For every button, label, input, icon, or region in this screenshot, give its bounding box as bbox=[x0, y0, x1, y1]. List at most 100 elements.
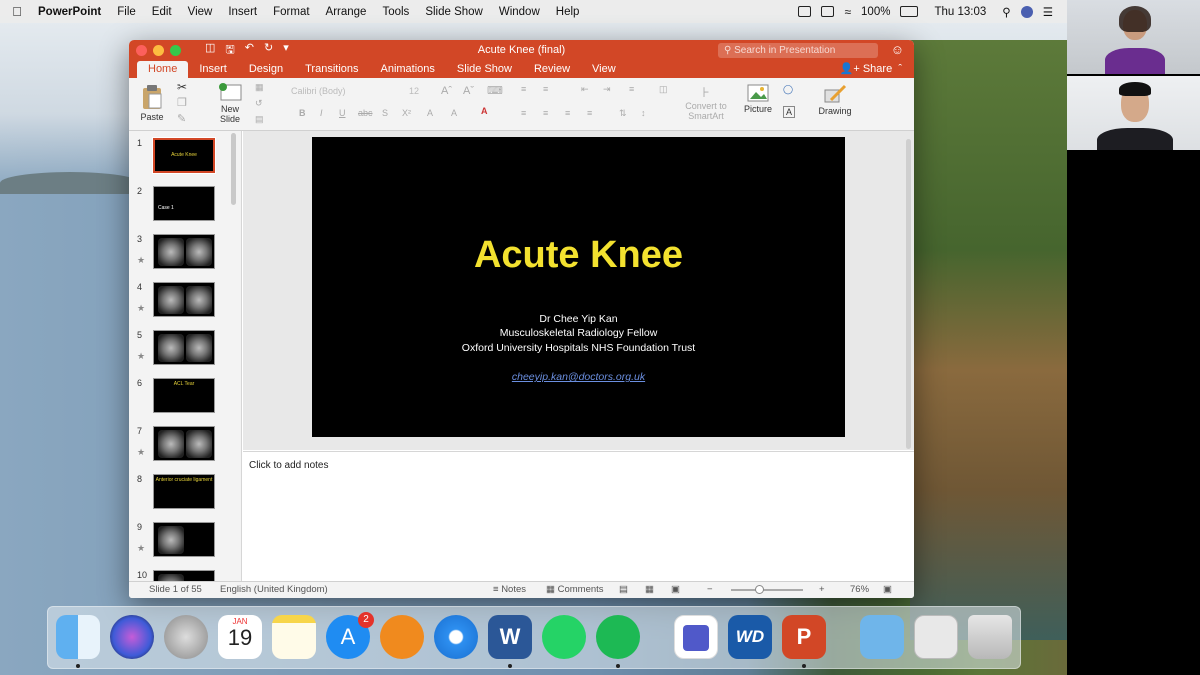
notification-center-icon[interactable]: ☰ bbox=[1043, 5, 1053, 19]
tab-transitions[interactable]: Transitions bbox=[294, 61, 369, 78]
word-icon[interactable]: W bbox=[488, 615, 532, 659]
increase-indent-icon[interactable]: ⇥ bbox=[603, 84, 611, 95]
picture-button[interactable]: Picture bbox=[741, 84, 775, 114]
airplay-icon[interactable] bbox=[821, 6, 835, 17]
thumbnail-10[interactable]: 10 bbox=[129, 570, 241, 581]
drawing-button[interactable]: Drawing bbox=[815, 84, 855, 116]
font-color-icon[interactable]: A bbox=[481, 106, 488, 116]
convert-smartart-button[interactable]: ⊦ Convert to SmartArt bbox=[681, 84, 731, 121]
cut-icon[interactable]: ✂ bbox=[177, 80, 187, 94]
text-direction-icon[interactable]: ⇅ bbox=[619, 108, 627, 119]
font-family-select[interactable]: Calibri (Body) bbox=[287, 85, 395, 99]
feedback-smiley-icon[interactable]: ☺ bbox=[891, 42, 904, 57]
menu-help[interactable]: Help bbox=[548, 6, 588, 18]
zoom-in-icon[interactable]: + bbox=[819, 582, 825, 598]
screen-share-icon[interactable] bbox=[798, 6, 812, 17]
minimize-window-button[interactable] bbox=[153, 45, 164, 56]
zoom-window-button[interactable] bbox=[170, 45, 181, 56]
thumbnail-3[interactable]: 3 ★ bbox=[129, 234, 241, 282]
tab-review[interactable]: Review bbox=[523, 61, 581, 78]
user-icon[interactable] bbox=[1020, 5, 1033, 18]
layout-icon[interactable]: ▦ bbox=[255, 82, 264, 93]
siri-icon[interactable] bbox=[110, 615, 154, 659]
safari-icon[interactable] bbox=[434, 615, 478, 659]
menu-arrange[interactable]: Arrange bbox=[318, 6, 375, 18]
participant-video-2[interactable] bbox=[1067, 76, 1200, 150]
menu-clock[interactable]: Thu 13:03 bbox=[934, 6, 986, 18]
search-input[interactable]: ⚲ Search in Presentation bbox=[718, 43, 878, 58]
align-text-icon[interactable]: ↕ bbox=[641, 108, 646, 118]
trash-icon[interactable] bbox=[968, 615, 1012, 659]
slide-email-link[interactable]: cheeyip.kan@doctors.org.uk bbox=[312, 371, 845, 383]
tab-insert[interactable]: Insert bbox=[188, 61, 238, 78]
font-size-select[interactable]: 12 bbox=[399, 85, 429, 99]
books-icon[interactable] bbox=[380, 615, 424, 659]
launchpad-icon[interactable] bbox=[164, 615, 208, 659]
clear-format-icon[interactable]: ⌨ bbox=[487, 84, 503, 97]
zoom-out-icon[interactable]: − bbox=[707, 582, 713, 598]
tab-view[interactable]: View bbox=[581, 61, 627, 78]
slide-organization[interactable]: Oxford University Hospitals NHS Foundati… bbox=[312, 342, 845, 354]
slide-role[interactable]: Musculoskeletal Radiology Fellow bbox=[312, 327, 845, 339]
zoom-slider-knob[interactable] bbox=[755, 585, 765, 594]
text-effects-icon[interactable]: A bbox=[451, 108, 457, 118]
spotlight-icon[interactable]: ⚲ bbox=[1002, 5, 1010, 19]
bullets-icon[interactable]: ≡ bbox=[521, 84, 526, 94]
save-icon[interactable]: 🖫 bbox=[225, 41, 234, 60]
thumbnail-9[interactable]: 9 ★ bbox=[129, 522, 241, 570]
apple-menu-icon[interactable]:  bbox=[0, 4, 34, 19]
underline-icon[interactable]: U bbox=[339, 108, 346, 118]
powerpoint-icon[interactable]: P bbox=[782, 615, 826, 659]
align-center-icon[interactable]: ≡ bbox=[543, 108, 548, 118]
current-slide[interactable]: Acute Knee Dr Chee Yip Kan Musculoskelet… bbox=[312, 137, 845, 437]
normal-view-icon[interactable]: ▤ bbox=[619, 582, 628, 598]
notes-toggle-button[interactable]: ≡ Notes bbox=[493, 582, 526, 598]
comments-toggle-button[interactable]: ▦ Comments bbox=[546, 582, 604, 598]
copy-icon[interactable]: ❐ bbox=[177, 96, 187, 109]
slide-sorter-view-icon[interactable]: ▦ bbox=[645, 582, 654, 598]
participant-video-1[interactable] bbox=[1067, 0, 1200, 74]
finder-icon[interactable] bbox=[56, 615, 100, 659]
undo-icon[interactable]: ↶ bbox=[245, 41, 254, 60]
slide-scrollbar[interactable] bbox=[906, 139, 911, 449]
align-right-icon[interactable]: ≡ bbox=[565, 108, 570, 118]
sidebar-toggle-icon[interactable]: ◫ bbox=[205, 41, 215, 60]
menu-file[interactable]: File bbox=[109, 6, 144, 18]
tab-home[interactable]: Home bbox=[137, 61, 189, 78]
numbering-icon[interactable]: ≡ bbox=[543, 84, 548, 94]
zoom-slider[interactable] bbox=[731, 585, 803, 594]
thumbnail-1[interactable]: 1 Acute Knee bbox=[129, 137, 241, 186]
slide-author[interactable]: Dr Chee Yip Kan bbox=[312, 313, 845, 325]
reset-icon[interactable]: ↺ bbox=[255, 98, 263, 109]
menu-window[interactable]: Window bbox=[491, 6, 548, 18]
line-spacing-icon[interactable]: ≡ bbox=[629, 84, 634, 94]
bold-icon[interactable]: B bbox=[299, 108, 306, 118]
section-icon[interactable]: ▤ bbox=[255, 114, 264, 125]
teams-icon[interactable] bbox=[674, 615, 718, 659]
notes-pane[interactable]: Click to add notes bbox=[243, 451, 914, 581]
menu-insert[interactable]: Insert bbox=[220, 6, 265, 18]
thumbnail-7[interactable]: 7 ★ bbox=[129, 426, 241, 474]
superscript-icon[interactable]: X² bbox=[402, 108, 411, 118]
calendar-icon[interactable]: JAN 19 bbox=[218, 615, 262, 659]
align-left-icon[interactable]: ≡ bbox=[521, 108, 526, 118]
text-box-icon[interactable]: A bbox=[783, 106, 796, 118]
close-window-button[interactable] bbox=[136, 45, 147, 56]
fit-to-window-icon[interactable]: ▣ bbox=[883, 582, 892, 598]
thumbnail-8[interactable]: 8 Anterior cruciate ligament bbox=[129, 474, 241, 522]
screenshots-stack-icon[interactable] bbox=[914, 615, 958, 659]
thumbnail-2[interactable]: 2 Case 1 bbox=[129, 186, 241, 234]
shadow-icon[interactable]: S bbox=[382, 108, 388, 118]
slide-title[interactable]: Acute Knee bbox=[312, 234, 845, 277]
justify-icon[interactable]: ≡ bbox=[587, 108, 592, 118]
menu-format[interactable]: Format bbox=[265, 6, 317, 18]
wd-icon[interactable]: WD bbox=[728, 615, 772, 659]
customize-toolbar-icon[interactable]: ▾ bbox=[283, 41, 289, 60]
thumbnail-4[interactable]: 4 ★ bbox=[129, 282, 241, 330]
battery-icon[interactable] bbox=[900, 6, 919, 17]
spotify-icon[interactable] bbox=[596, 615, 640, 659]
paste-button[interactable]: Paste bbox=[137, 84, 167, 122]
columns-icon[interactable]: ◫ bbox=[659, 84, 668, 95]
decrease-indent-icon[interactable]: ⇤ bbox=[581, 84, 589, 95]
italic-icon[interactable]: I bbox=[320, 108, 323, 118]
